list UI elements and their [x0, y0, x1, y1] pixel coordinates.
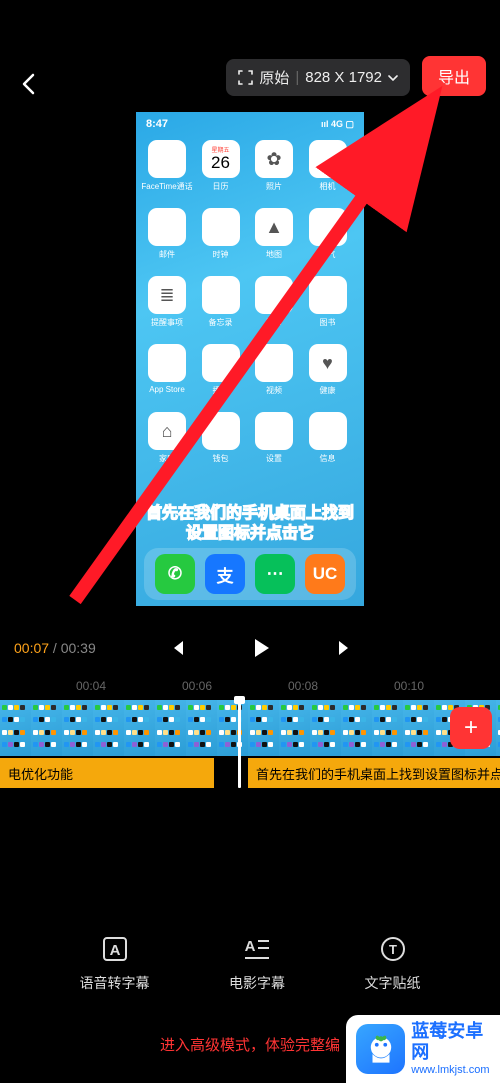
- ruler-tick: 00:10: [394, 679, 424, 693]
- editor-header: 原始 | 828 X 1792 导出: [0, 0, 500, 110]
- add-clip-button[interactable]: +: [450, 707, 492, 749]
- time-duration: 00:39: [61, 640, 96, 656]
- resolution-label: 原始: [259, 67, 289, 88]
- dock-app-icon: 支: [205, 554, 245, 594]
- ios-app-icon: AApp Store: [146, 344, 188, 400]
- timeline[interactable]: + 电优化功能 首先在我们的手机桌面上找到设置图标并点击它: [0, 700, 500, 788]
- ios-app-icon: ▲地图: [253, 208, 295, 264]
- skip-next-icon: [336, 639, 354, 657]
- export-button[interactable]: 导出: [422, 56, 486, 96]
- svg-text:A: A: [245, 938, 256, 955]
- ios-app-icon: ◷时钟: [200, 208, 242, 264]
- ruler-tick: 00:06: [182, 679, 212, 693]
- back-button[interactable]: [16, 72, 40, 96]
- preview-subtitle-overlay: 首先在我们的手机桌面上找到设置图标并点击它: [136, 504, 364, 544]
- video-clip[interactable]: [0, 700, 500, 756]
- tool-voice-to-subtitle[interactable]: A 语音转字幕: [80, 935, 150, 993]
- time-display: 00:07 / 00:39: [14, 640, 96, 656]
- ios-app-icon: ▭钱包: [200, 412, 242, 468]
- chevron-down-icon: [388, 75, 398, 81]
- next-frame-button[interactable]: [333, 636, 357, 660]
- watermark-badge: 蓝莓安卓网 www.lmkjst.com: [346, 1015, 500, 1083]
- ruler-tick: 00:08: [288, 679, 318, 693]
- watermark-icon: [356, 1024, 405, 1074]
- ios-app-icon: ≣提醒事项: [146, 276, 188, 332]
- play-icon: [250, 637, 272, 659]
- status-time: 8:47: [146, 118, 168, 130]
- ios-app-icon: ▢FaceTime通话: [146, 140, 188, 196]
- prev-frame-button[interactable]: [165, 636, 189, 660]
- ios-dock: ✆支⋯UC: [144, 548, 356, 600]
- transport-bar: 00:07 / 00:39: [0, 620, 500, 676]
- subtitle-track[interactable]: 电优化功能 首先在我们的手机桌面上找到设置图标并点击它: [0, 758, 500, 788]
- dock-app-icon: UC: [305, 554, 345, 594]
- ios-app-icon: ⚙︎设置: [253, 412, 295, 468]
- ios-app-icon: ⇗股市: [253, 276, 295, 332]
- ios-app-icon: ♥︎健康: [307, 344, 349, 400]
- ios-app-icon: ▣图书: [307, 276, 349, 332]
- ios-app-icon: ✉︎信息: [307, 412, 349, 468]
- ios-app-icon: ⌂家庭: [146, 412, 188, 468]
- ios-app-icon: 星期五26日历: [200, 140, 242, 196]
- ios-app-icon: ▤备忘录: [200, 276, 242, 332]
- video-track[interactable]: +: [0, 700, 500, 756]
- ruler-tick: 00:04: [76, 679, 106, 693]
- svg-text:T: T: [389, 942, 397, 957]
- ios-app-icon: ◉播客: [200, 344, 242, 400]
- tool-movie-subtitle[interactable]: A 电影字幕: [229, 935, 285, 993]
- ios-app-icon: ✿照片: [253, 140, 295, 196]
- resolution-selector[interactable]: 原始 | 828 X 1792: [226, 59, 410, 96]
- tool-text-sticker[interactable]: T 文字贴纸: [365, 935, 421, 993]
- ios-home-grid: ▢FaceTime通话星期五26日历 ✿照片 ◉相机 ✉︎邮件 ◷时钟 ▲地图 ☀︎天气 ≣提…: [136, 132, 364, 468]
- dock-app-icon: ✆: [155, 554, 195, 594]
- ios-app-icon: ✉︎邮件: [146, 208, 188, 264]
- resolution-value: 828 X 1792: [305, 69, 382, 86]
- svg-text:A: A: [109, 942, 120, 959]
- bottom-toolbar: A 语音转字幕 A 电影字幕 T 文字贴纸: [0, 919, 500, 1009]
- dock-app-icon: ⋯: [255, 554, 295, 594]
- voice-subtitle-icon: A: [101, 935, 129, 963]
- watermark-url: www.lmkjst.com: [411, 1064, 500, 1077]
- text-sticker-icon: T: [379, 935, 407, 963]
- ios-app-icon: ☀︎天气: [307, 208, 349, 264]
- skip-prev-icon: [168, 639, 186, 657]
- ios-app-icon: tv视频: [253, 344, 295, 400]
- timeline-ruler[interactable]: 00:04 00:06 00:08 00:10: [0, 676, 500, 696]
- chevron-left-icon: [21, 73, 35, 95]
- time-current: 00:07: [14, 640, 49, 656]
- subtitle-segment-2[interactable]: 首先在我们的手机桌面上找到设置图标并点击它: [248, 758, 500, 788]
- preview-content: 8:47 ııl 4G ▢ ▢FaceTime通话星期五26日历 ✿照片 ◉相机 ✉︎…: [136, 112, 364, 606]
- ios-app-icon: ◉相机: [307, 140, 349, 196]
- movie-subtitle-icon: A: [243, 935, 271, 963]
- play-button[interactable]: [249, 636, 273, 660]
- playhead[interactable]: [238, 700, 241, 788]
- subtitle-segment-1[interactable]: 电优化功能: [0, 758, 214, 788]
- watermark-title: 蓝莓安卓网: [411, 1021, 500, 1064]
- video-preview[interactable]: 8:47 ııl 4G ▢ ▢FaceTime通话星期五26日历 ✿照片 ◉相机 ✉︎…: [0, 112, 500, 612]
- aspect-icon: [238, 70, 253, 85]
- status-signal: ııl 4G ▢: [321, 119, 354, 130]
